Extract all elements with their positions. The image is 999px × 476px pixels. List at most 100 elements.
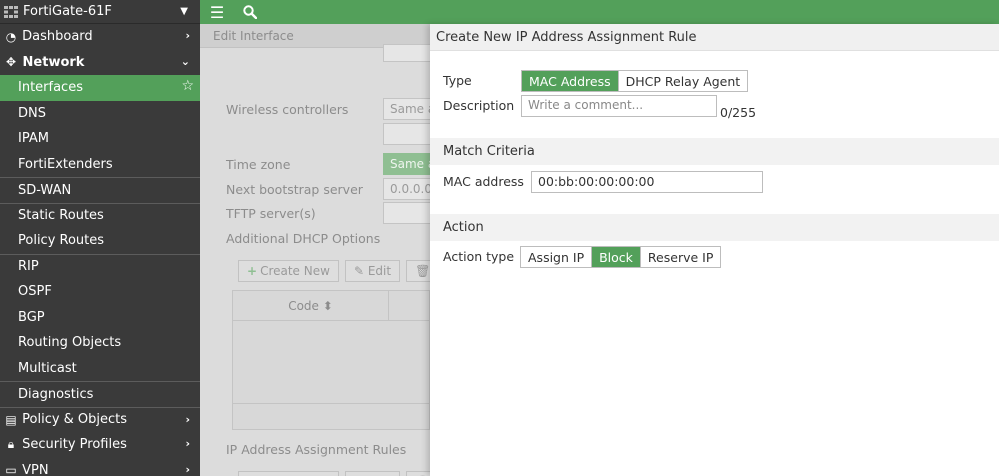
type-option-dhcp-relay-agent[interactable]: DHCP Relay Agent — [618, 71, 748, 91]
sidebar-item-interfaces[interactable]: Interfaces ☆ — [0, 75, 200, 101]
delete-rule-button[interactable]: 🗑︎ — [406, 471, 430, 476]
caret-down-icon: ▼ — [180, 6, 188, 17]
sidebar-item-bgp[interactable]: BGP — [0, 305, 200, 331]
sidebar-item-label: Multicast — [18, 360, 77, 376]
trash-icon: 🗑︎ — [415, 264, 430, 278]
top-bar: ☰ — [200, 0, 999, 24]
sidebar-item-multicast[interactable]: Multicast — [0, 356, 200, 382]
sidebar-item-label: Routing Objects — [18, 335, 122, 351]
search-icon[interactable] — [238, 0, 262, 24]
ip-rules-toolbar: +Create New ✎ Edit 🗑︎ — [238, 471, 430, 476]
sidebar-item-diagnostics[interactable]: Diagnostics — [0, 381, 200, 407]
table-footer — [233, 403, 429, 429]
type-selector: MAC Address DHCP Relay Agent — [521, 70, 749, 92]
action-type-selector: Assign IP Block Reserve IP — [520, 246, 722, 268]
time-zone-label: Time zone — [226, 157, 291, 172]
dashboard-icon: ◔ — [5, 29, 17, 44]
sidebar-item-fortiextenders[interactable]: FortiExtenders — [0, 152, 200, 178]
code-column-label: Code — [288, 298, 319, 313]
vpn-icon: ▭ — [5, 463, 17, 476]
star-icon[interactable]: ☆ — [181, 78, 194, 94]
device-name: FortiGate-61F — [23, 4, 112, 19]
sidebar-item-static-routes[interactable]: Static Routes — [0, 202, 200, 229]
description-counter: 0/255 — [720, 105, 757, 120]
code-column-header[interactable]: Code ⬍ — [233, 291, 389, 320]
next-bootstrap-label: Next bootstrap server — [226, 182, 363, 197]
plus-icon: + — [247, 264, 258, 278]
mac-address-input[interactable]: 00:bb:00:00:00:00 — [531, 171, 763, 193]
sidebar-item-label: Static Routes — [18, 208, 104, 224]
sidebar-item-ospf[interactable]: OSPF — [0, 279, 200, 305]
sidebar-item-label: Security Profiles — [22, 437, 127, 453]
description-label: Description — [443, 98, 515, 113]
sidebar-item-label: SD-WAN — [18, 182, 72, 198]
type-option-mac-address[interactable]: MAC Address — [522, 71, 619, 91]
ip-rules-label: IP Address Assignment Rules — [226, 442, 407, 457]
wireless-controllers-input[interactable] — [383, 123, 430, 145]
dhcp-options-toolbar: + Create New ✎ Edit 🗑︎ — [238, 260, 430, 282]
sidebar-item-policy-objects[interactable]: ▤ Policy & Objects › — [0, 406, 200, 433]
sidebar-item-label: IPAM — [18, 131, 49, 147]
wireless-controllers-label: Wireless controllers — [226, 102, 349, 117]
sidebar-item-security-profiles[interactable]: 🔒︎ Security Profiles › — [0, 432, 200, 458]
sidebar-item-label: DNS — [18, 105, 46, 121]
mac-address-label: MAC address — [443, 174, 524, 189]
sidebar-item-sd-wan[interactable]: SD-WAN — [0, 177, 200, 203]
chevron-right-icon: › — [185, 29, 190, 42]
create-new-button[interactable]: + Create New — [238, 260, 339, 282]
sidebar-item-label: Interfaces — [18, 80, 83, 96]
sidebar-item-label: Network — [22, 54, 85, 70]
next-bootstrap-input[interactable]: 0.0.0.0 — [383, 178, 430, 200]
sidebar-item-label: BGP — [18, 309, 45, 325]
action-section: Action — [430, 214, 999, 241]
edit-interface-background: Edit Interface Wireless controllers Same… — [200, 24, 430, 476]
sidebar-item-label: OSPF — [18, 284, 52, 300]
match-criteria-section: Match Criteria — [430, 138, 999, 165]
sidebar-item-label: VPN — [22, 462, 49, 476]
sidebar-item-label: Policy Routes — [18, 233, 105, 249]
create-new-rule-button[interactable]: +Create New — [238, 471, 339, 476]
sidebar-item-label: RIP — [18, 259, 39, 275]
chevron-right-icon: › — [185, 412, 190, 426]
network-icon: ✥ — [5, 55, 17, 70]
dhcp-options-table: Code ⬍ — [232, 290, 430, 430]
sidebar-item-ipam[interactable]: IPAM — [0, 126, 200, 152]
sidebar-item-routing-objects[interactable]: Routing Objects — [0, 330, 200, 356]
description-textarea[interactable]: Write a comment... — [521, 95, 717, 117]
sort-icon: ⬍ — [322, 298, 333, 313]
sidebar-item-vpn[interactable]: ▭ VPN › — [0, 458, 200, 476]
action-option-assign-ip[interactable]: Assign IP — [521, 247, 593, 267]
sidebar-item-label: Dashboard — [22, 29, 93, 45]
additional-dhcp-label: Additional DHCP Options — [226, 231, 381, 246]
sidebar-item-dashboard[interactable]: ◔ Dashboard › — [0, 24, 200, 50]
create-rule-panel: Create New IP Address Assignment Rule Ty… — [430, 24, 999, 476]
sidebar-item-rip[interactable]: RIP — [0, 253, 200, 280]
edit-button[interactable]: ✎ Edit — [344, 260, 401, 282]
chevron-right-icon: › — [185, 437, 190, 450]
partial-field[interactable] — [383, 44, 430, 62]
sidebar-item-label: FortiExtenders — [18, 156, 113, 172]
panel-title: Create New IP Address Assignment Rule — [430, 24, 999, 51]
policy-objects-icon: ▤ — [5, 412, 17, 427]
create-new-label: Create New — [260, 264, 330, 278]
edit-label: Edit — [367, 264, 392, 278]
tftp-input[interactable] — [383, 202, 430, 224]
action-option-block[interactable]: Block — [592, 247, 641, 267]
chevron-down-icon: ⌄ — [180, 54, 190, 68]
delete-button[interactable]: 🗑︎ — [406, 260, 430, 282]
wireless-controllers-field[interactable]: Same a — [383, 98, 430, 120]
action-option-reserve-ip[interactable]: Reserve IP — [640, 247, 721, 267]
edit-rule-button[interactable]: ✎ Edit — [344, 471, 401, 476]
lock-icon: 🔒︎ — [7, 437, 15, 452]
device-selector[interactable]: FortiGate-61F ▼ — [0, 0, 200, 24]
sidebar-item-dns[interactable]: DNS — [0, 101, 200, 127]
fortigate-logo-icon — [4, 5, 18, 18]
sidebar-item-network[interactable]: ✥ Network ⌄ — [0, 50, 200, 76]
sidebar: FortiGate-61F ▼ ◔ Dashboard › ✥ Network … — [0, 0, 200, 476]
hamburger-menu-icon[interactable]: ☰ — [205, 0, 229, 24]
type-label: Type — [443, 73, 472, 88]
chevron-right-icon: › — [185, 462, 190, 476]
time-zone-toggle[interactable]: Same a — [383, 153, 430, 175]
sidebar-item-policy-routes[interactable]: Policy Routes — [0, 228, 200, 254]
action-type-label: Action type — [443, 249, 515, 264]
